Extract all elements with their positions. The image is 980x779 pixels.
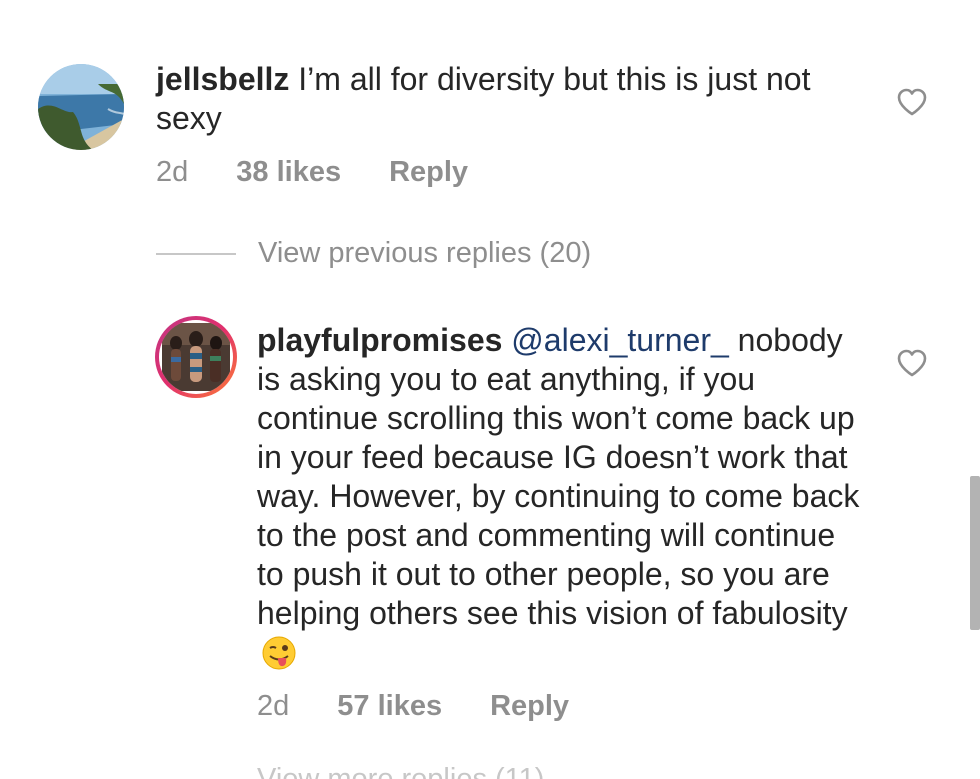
replies-divider (156, 252, 236, 255)
reply-like-heart-icon[interactable] (896, 348, 928, 383)
reply-time: 2d (257, 690, 290, 722)
models-photo-avatar (162, 323, 230, 391)
comment-likes[interactable]: 38 likes (236, 156, 341, 189)
comment-body: jellsbellz I’m all for diversity but thi… (156, 60, 876, 138)
reply-meta: 2d 57 likes Reply (257, 690, 617, 723)
view-previous-replies[interactable]: View previous replies (20) (156, 237, 591, 270)
winking-tongue-emoji-icon (261, 635, 297, 680)
comment-time: 2d (156, 156, 189, 188)
reply-reply-button[interactable]: Reply (490, 690, 569, 723)
comment-reply-button[interactable]: Reply (389, 156, 468, 189)
reply-avatar[interactable] (155, 316, 237, 398)
comment-username[interactable]: jellsbellz (156, 61, 289, 97)
reply-body: playfulpromises @alexi_turner_ nobody is… (257, 321, 867, 680)
reply-mention-link[interactable]: @alexi_turner_ (511, 322, 728, 358)
reply-text: nobody is asking you to eat anything, if… (257, 322, 860, 631)
like-heart-icon[interactable] (896, 87, 928, 122)
scrollbar[interactable] (970, 476, 980, 630)
view-previous-replies-label[interactable]: View previous replies (20) (258, 237, 591, 270)
next-view-replies-partial[interactable]: View more replies (11) (257, 764, 557, 779)
reply-username[interactable]: playfulpromises (257, 322, 502, 358)
comment-meta: 2d 38 likes Reply (156, 156, 516, 189)
beach-photo-avatar (38, 64, 124, 150)
commenter-avatar[interactable] (38, 64, 124, 150)
reply-likes[interactable]: 57 likes (337, 690, 442, 723)
reply-avatar-image (159, 320, 233, 394)
